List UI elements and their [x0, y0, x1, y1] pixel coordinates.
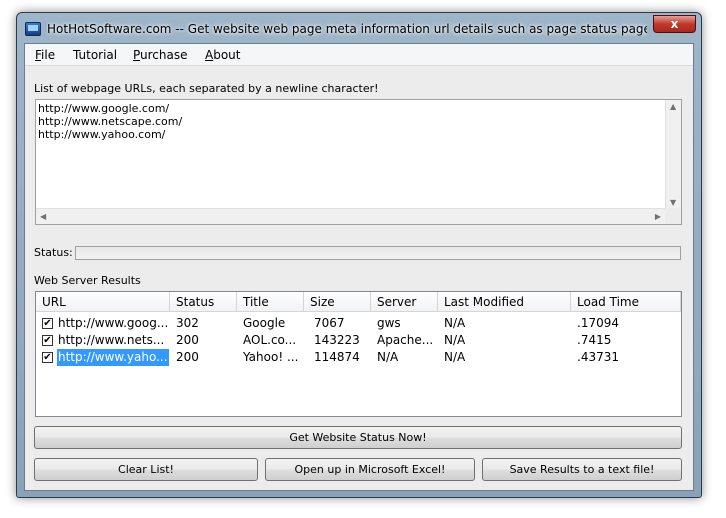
cell-load-time: .7415 [577, 333, 612, 347]
menu-file[interactable]: File [35, 48, 55, 62]
cell-title: AOL.co... [243, 333, 297, 347]
results-label: Web Server Results [34, 274, 141, 287]
open-excel-button[interactable]: Open up in Microsoft Excel! [265, 458, 475, 481]
cell-server: N/A [377, 350, 399, 364]
client-area: File Tutorial Purchase About List of web… [24, 43, 694, 491]
results-listview[interactable]: URL Status Title Size Server Last Modifi… [35, 291, 682, 417]
cell-status: 302 [176, 316, 199, 330]
horizontal-scrollbar[interactable]: ◀ ▶ [36, 208, 665, 224]
save-results-button[interactable]: Save Results to a text file! [482, 458, 682, 481]
cell-last-modified: N/A [444, 316, 466, 330]
get-status-button[interactable]: Get Website Status Now! [34, 426, 682, 449]
window-title: HotHotSoftware.com -- Get website web pa… [47, 22, 647, 36]
menu-bar: File Tutorial Purchase About [25, 44, 693, 66]
scroll-right-icon[interactable]: ▶ [655, 212, 661, 221]
close-button[interactable]: x [653, 15, 696, 33]
cell-server: Apache... [377, 333, 434, 347]
column-header-title[interactable]: Title [237, 292, 304, 312]
cell-size: 7067 [314, 316, 345, 330]
table-row[interactable]: ✔ http://www.yaho... 200 Yahoo! ... 1148… [36, 349, 681, 366]
menu-tutorial[interactable]: Tutorial [73, 48, 117, 62]
row-checkbox[interactable]: ✔ [42, 318, 53, 329]
url-line: http://www.yahoo.com/ [38, 128, 166, 141]
cell-last-modified: N/A [444, 350, 466, 364]
table-row[interactable]: ✔ http://www.nets... 200 AOL.co... 14322… [36, 332, 681, 349]
column-header-size[interactable]: Size [304, 292, 371, 312]
column-header-last-modified[interactable]: Last Modified [438, 292, 571, 312]
scroll-left-icon[interactable]: ◀ [40, 212, 46, 221]
column-header-server[interactable]: Server [371, 292, 438, 312]
clear-list-button[interactable]: Clear List! [34, 458, 258, 481]
menu-purchase[interactable]: Purchase [133, 48, 188, 62]
listview-header: URL Status Title Size Server Last Modifi… [36, 292, 681, 312]
cell-title: Yahoo! ... [243, 350, 299, 364]
cell-load-time: .17094 [577, 316, 619, 330]
cell-size: 143223 [314, 333, 360, 347]
app-window: HotHotSoftware.com -- Get website web pa… [16, 12, 702, 498]
scroll-up-icon[interactable]: ▲ [670, 102, 676, 111]
vertical-scrollbar[interactable]: ▲ ▼ [665, 100, 681, 209]
row-checkbox[interactable]: ✔ [42, 335, 53, 346]
url-line: http://www.google.com/ [38, 102, 170, 115]
status-progress-bar [75, 246, 681, 260]
cell-server: gws [377, 316, 401, 330]
cell-status: 200 [176, 350, 199, 364]
url-line: http://www.netscape.com/ [38, 115, 183, 128]
url-list-textarea[interactable]: http://www.google.com/ http://www.netsca… [35, 99, 682, 225]
cell-size: 114874 [314, 350, 360, 364]
cell-url-selected: http://www.yaho... [57, 349, 169, 366]
menu-about[interactable]: About [205, 48, 241, 62]
column-header-status[interactable]: Status [170, 292, 237, 312]
app-icon [25, 22, 41, 36]
cell-load-time: .43731 [577, 350, 619, 364]
cell-url: http://www.nets... [58, 333, 165, 347]
urls-label: List of webpage URLs, each separated by … [34, 82, 379, 95]
table-row[interactable]: ✔ http://www.goog... 302 Google 7067 gws… [36, 315, 681, 332]
cell-title: Google [243, 316, 286, 330]
column-header-load-time[interactable]: Load Time [571, 292, 681, 312]
column-header-url[interactable]: URL [36, 292, 170, 312]
cell-url: http://www.goog... [58, 316, 169, 330]
cell-status: 200 [176, 333, 199, 347]
row-checkbox[interactable]: ✔ [42, 352, 53, 363]
status-label: Status: [34, 246, 73, 259]
scroll-down-icon[interactable]: ▼ [670, 198, 676, 207]
scroll-corner [665, 208, 681, 224]
cell-last-modified: N/A [444, 333, 466, 347]
title-bar[interactable]: HotHotSoftware.com -- Get website web pa… [17, 13, 701, 45]
